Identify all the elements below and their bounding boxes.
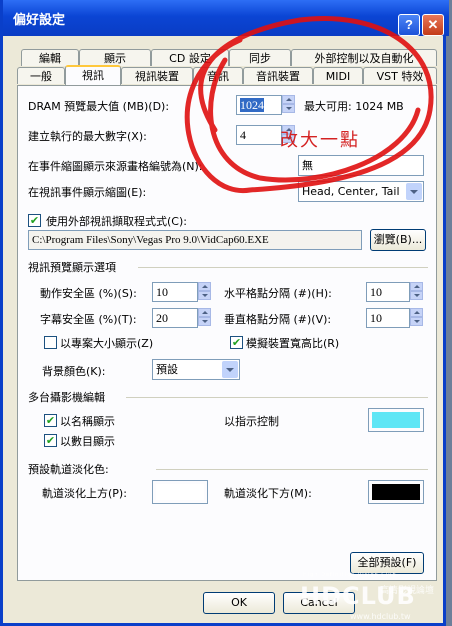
spin-up-icon[interactable] (410, 308, 423, 317)
tab-external-control[interactable]: 外部控制以及自動化 (291, 49, 437, 66)
tab-midi[interactable]: MIDI (313, 67, 363, 84)
restore-defaults-button[interactable]: 全部預設(F) (350, 552, 424, 574)
v-grid-label: 垂直格點分隔 (#)(V): (224, 313, 332, 326)
multicam-section-title: 多台攝影機編輯 (28, 391, 105, 404)
spin-down-icon[interactable] (410, 291, 423, 300)
simulate-aspect-label: 模擬裝置寬高比(R) (246, 337, 340, 350)
indicator-label: 以指示控制 (224, 415, 279, 428)
ok-button[interactable]: OK (203, 592, 275, 614)
tab-display[interactable]: 顯示 (79, 49, 151, 66)
track-fade-section-title: 預設軌道淡化色: (28, 463, 109, 476)
h-grid-label: 水平格點分隔 (#)(H): (224, 287, 332, 300)
window-title: 偏好設定 (13, 12, 66, 27)
section-divider (138, 267, 428, 268)
dram-input[interactable]: 1024 (236, 95, 282, 115)
bg-color-select[interactable]: 預設 (152, 359, 240, 380)
track-fade-bottom-label: 軌道淡化下方(M): (224, 487, 312, 500)
help-button[interactable]: ? (398, 14, 420, 36)
indicator-color-button[interactable] (368, 408, 424, 432)
title-safe-label: 字幕安全區 (%)(T): (40, 313, 137, 326)
action-safe-label: 動作安全區 (%)(S): (40, 287, 137, 300)
tab-cd-settings[interactable]: CD 設定 (151, 49, 229, 66)
show-numbers-checkbox[interactable]: ✔ (44, 434, 57, 447)
tab-edit[interactable]: 編輯 (21, 49, 79, 66)
watermark-tagline: High Definition Vision Club (303, 572, 397, 578)
title-safe-input[interactable]: 20 (152, 308, 198, 328)
section-divider (126, 397, 428, 398)
dram-spinner[interactable] (282, 95, 295, 115)
title-safe-spinner[interactable] (198, 308, 211, 328)
tab-sync[interactable]: 同步 (229, 49, 291, 66)
event-thumb-value: Head, Center, Tail (302, 185, 400, 198)
spin-up-icon[interactable] (410, 282, 423, 291)
thumb-source-input[interactable]: 無 (298, 155, 424, 176)
v-grid-spinner[interactable] (410, 308, 423, 328)
spin-up-icon[interactable] (198, 308, 211, 317)
event-thumb-select[interactable]: Head, Center, Tail (298, 181, 424, 202)
watermark-url: www.hdclub.tw (350, 612, 411, 621)
action-safe-input[interactable]: 10 (152, 282, 198, 302)
close-button[interactable]: ✕ (422, 14, 444, 36)
tab-general[interactable]: 一般 (17, 67, 65, 84)
title-bar[interactable]: 偏好設定 ? ✕ (3, 0, 449, 36)
external-capture-label: 使用外部視訊擷取程式式(C): (46, 215, 187, 228)
spin-down-icon[interactable] (198, 317, 211, 326)
indicator-color-swatch (372, 412, 420, 428)
video-tab-panel: DRAM 預覽最大值 (MB)(D): 1024 最大可用: 1024 MB 建… (17, 85, 437, 581)
event-thumb-label: 在視訊事件顯示縮圖(E): (28, 186, 147, 199)
show-numbers-label: 以數目顯示 (60, 435, 115, 448)
action-safe-spinner[interactable] (198, 282, 211, 302)
spin-up-icon[interactable] (198, 282, 211, 291)
track-fade-top-swatch (156, 484, 204, 500)
browse-button[interactable]: 瀏覽(B)... (370, 229, 426, 251)
bg-color-label: 背景顏色(K): (42, 365, 106, 378)
threads-label: 建立執行的最大數字(X): (28, 130, 147, 143)
track-fade-top-label: 軌道淡化上方(P): (42, 487, 127, 500)
external-capture-checkbox[interactable]: ✔ (28, 214, 41, 227)
tab-video-device[interactable]: 視訊裝置 (121, 67, 193, 84)
project-size-label: 以專案大小顯示(Z) (60, 337, 154, 350)
preferences-dialog: 偏好設定 ? ✕ 編輯 顯示 CD 設定 同步 外部控制以及自動化 一般 視訊 … (0, 0, 449, 626)
chevron-down-icon[interactable] (406, 183, 422, 200)
thumb-source-label: 在事件縮圖顯示來源畫格編號為(N): (28, 160, 203, 173)
threads-input[interactable]: 4 (236, 125, 282, 145)
dram-label: DRAM 預覽最大值 (MB)(D): (28, 100, 170, 113)
tab-video[interactable]: 視訊 (65, 65, 121, 85)
dram-value: 1024 (240, 98, 264, 112)
h-grid-spinner[interactable] (410, 282, 423, 302)
show-names-checkbox[interactable]: ✔ (44, 414, 57, 427)
track-fade-bottom-swatch (372, 484, 420, 500)
section-divider (156, 469, 428, 470)
spin-down-icon[interactable] (198, 291, 211, 300)
tab-audio[interactable]: 音訊 (193, 67, 243, 84)
chevron-down-icon[interactable] (222, 361, 238, 378)
spin-up-icon[interactable] (282, 95, 295, 104)
watermark-cn-name: 高清影視論壇 (380, 586, 435, 596)
simulate-aspect-checkbox[interactable]: ✔ (230, 336, 243, 349)
h-grid-input[interactable]: 10 (366, 282, 410, 302)
track-fade-bottom-button[interactable] (368, 480, 424, 504)
v-grid-input[interactable]: 10 (366, 308, 410, 328)
project-size-checkbox[interactable] (44, 336, 57, 349)
spin-down-icon[interactable] (410, 317, 423, 326)
track-fade-top-button[interactable] (152, 480, 208, 504)
external-capture-path[interactable]: C:\Program Files\Sony\Vegas Pro 9.0\VidC… (28, 230, 362, 250)
handwritten-note: 改大一點 (280, 130, 360, 151)
bg-color-value: 預設 (156, 363, 178, 376)
tab-audio-device[interactable]: 音訊裝置 (243, 67, 313, 84)
dram-max-available: 最大可用: 1024 MB (304, 100, 404, 113)
show-names-label: 以名稱顯示 (60, 415, 115, 428)
spin-down-icon[interactable] (282, 104, 295, 113)
tab-vst-effects[interactable]: VST 特效 (363, 67, 437, 84)
preview-section-title: 視訊預覽顯示選項 (28, 261, 116, 274)
